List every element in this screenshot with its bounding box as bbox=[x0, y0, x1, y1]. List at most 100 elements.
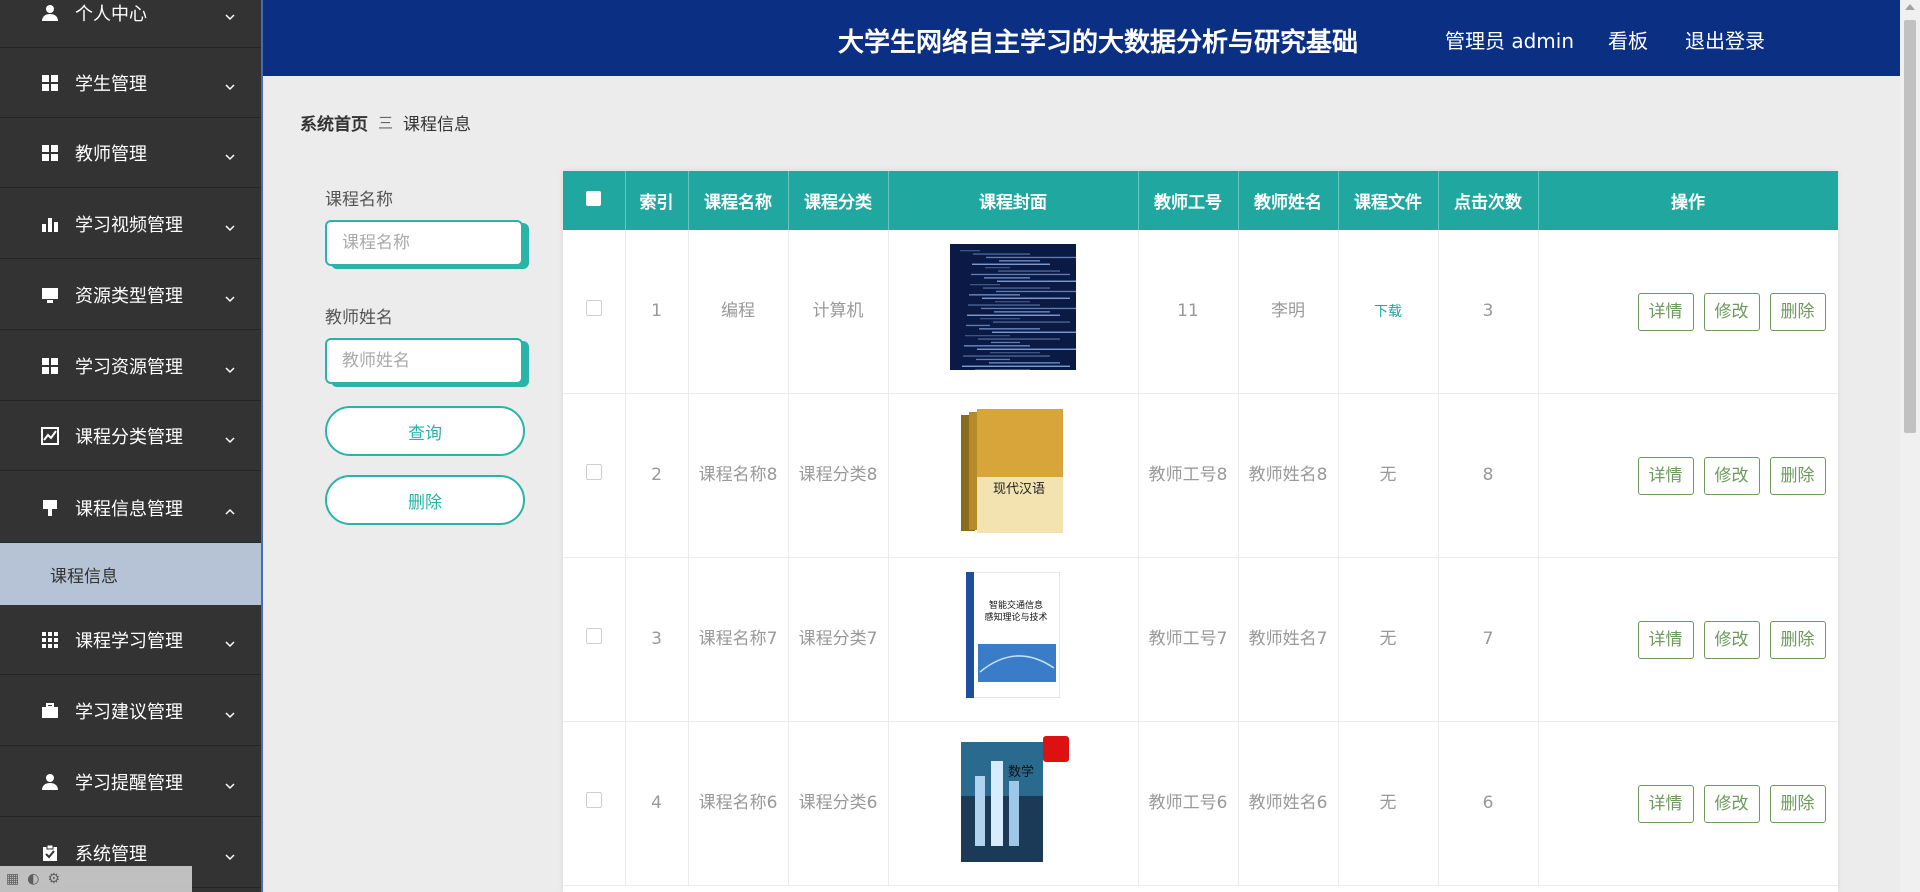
bar-chart-icon bbox=[40, 214, 60, 234]
sidebar-item-label: 学习视频管理 bbox=[75, 214, 183, 236]
cell-course-name: 编程 bbox=[688, 230, 789, 394]
ime-toolbar: ▦ ◐ ⚙ bbox=[0, 866, 192, 892]
sidebar-item[interactable]: 学习建议管理 bbox=[0, 676, 261, 746]
cell-course-file: 无 bbox=[1338, 721, 1439, 886]
row-select-cell[interactable] bbox=[563, 557, 626, 722]
dashboard-link[interactable]: 看板 bbox=[1608, 25, 1648, 54]
cell-course-category: 课程分类6 bbox=[788, 721, 889, 886]
col-teacher-no: 教师工号 bbox=[1138, 171, 1239, 230]
delete-button[interactable]: 删除 bbox=[1769, 620, 1826, 659]
ime-icon: ◐ bbox=[27, 871, 40, 887]
top-header: 大学生网络自主学习的大数据分析与研究基础 管理员 admin 看板 退出登录 bbox=[263, 0, 1900, 76]
batch-delete-button[interactable]: 删除 bbox=[325, 475, 525, 525]
logout-link[interactable]: 退出登录 bbox=[1685, 25, 1765, 54]
detail-button[interactable]: 详情 bbox=[1637, 620, 1694, 659]
chevron-up-icon bbox=[224, 502, 236, 515]
breadcrumb-home[interactable]: 系统首页 bbox=[300, 110, 368, 135]
cell-course-category: 课程分类7 bbox=[788, 557, 889, 722]
edit-button[interactable]: 修改 bbox=[1703, 456, 1760, 495]
sidebar-item[interactable]: 课程信息管理 bbox=[0, 473, 261, 543]
scroll-up-arrow[interactable] bbox=[1905, 4, 1915, 10]
chevron-down-icon bbox=[224, 360, 236, 373]
sidebar-item[interactable]: 学习提醒管理 bbox=[0, 747, 261, 817]
sidebar-item-label: 教师管理 bbox=[75, 143, 147, 165]
cell-course-category-text: 课程分类8 bbox=[798, 465, 878, 485]
cell-course-category: 计算机 bbox=[788, 230, 889, 394]
sidebar-item[interactable]: 教师管理 bbox=[0, 118, 261, 188]
table-row: 3 课程名称7 课程分类7 智能交通信息 感知理论与技术 教师工号7 教师姓名7 无 7 详… bbox=[563, 557, 1838, 722]
download-link[interactable]: 下载 bbox=[1374, 304, 1402, 320]
breadcrumb: 系统首页 三 课程信息 bbox=[300, 110, 471, 135]
row-checkbox[interactable] bbox=[585, 300, 602, 316]
edit-button[interactable]: 修改 bbox=[1703, 620, 1760, 659]
scrollbar-thumb[interactable] bbox=[1904, 20, 1916, 433]
row-checkbox[interactable] bbox=[585, 628, 602, 644]
cell-course-name-text: 课程名称6 bbox=[698, 793, 778, 813]
ime-icon: ▦ bbox=[6, 871, 20, 887]
cell-index: 4 bbox=[625, 721, 689, 886]
col-course-cover: 课程封面 bbox=[888, 171, 1139, 230]
chevron-down-icon bbox=[224, 7, 236, 20]
chevron-down-icon bbox=[224, 705, 236, 718]
sidebar-subitem-course-info[interactable]: 课程信息 bbox=[0, 543, 261, 605]
sidebar-item[interactable]: 资源类型管理 bbox=[0, 260, 261, 330]
delete-button[interactable]: 删除 bbox=[1769, 784, 1826, 823]
sidebar-item-label: 系统管理 bbox=[75, 843, 147, 865]
cell-teacher-no: 教师工号7 bbox=[1138, 557, 1239, 722]
cell-course-name: 课程名称7 bbox=[688, 557, 789, 722]
row-select-cell[interactable] bbox=[563, 230, 626, 394]
sidebar-item[interactable]: 个人中心 bbox=[0, 0, 261, 48]
row-select-cell[interactable] bbox=[563, 721, 626, 886]
svg-text:感知理论与技术: 感知理论与技术 bbox=[984, 611, 1047, 623]
cell-course-name-text: 课程名称7 bbox=[698, 629, 778, 649]
query-button[interactable]: 查询 bbox=[325, 406, 525, 456]
sidebar-item-label: 课程信息管理 bbox=[75, 498, 183, 520]
cell-teacher-no-text: 教师工号8 bbox=[1148, 465, 1228, 485]
detail-button[interactable]: 详情 bbox=[1637, 784, 1694, 823]
col-teacher-name: 教师姓名 bbox=[1238, 171, 1339, 230]
cell-course-cover: 现代汉语 bbox=[888, 393, 1139, 558]
detail-button[interactable]: 详情 bbox=[1637, 292, 1694, 331]
teacher-name-input[interactable] bbox=[325, 338, 523, 384]
sidebar-item[interactable]: 课程分类管理 bbox=[0, 401, 261, 471]
select-all-checkbox-cell[interactable] bbox=[563, 171, 626, 230]
no-file-text: 无 bbox=[1379, 793, 1397, 813]
no-file-text: 无 bbox=[1379, 465, 1397, 485]
cell-course-category: 课程分类8 bbox=[788, 393, 889, 558]
app-title: 大学生网络自主学习的大数据分析与研究基础 bbox=[838, 28, 1359, 58]
sidebar-item[interactable]: 学习视频管理 bbox=[0, 189, 261, 259]
cell-teacher-name-text: 教师姓名7 bbox=[1248, 629, 1328, 649]
sidebar-item-label: 学习资源管理 bbox=[75, 356, 183, 378]
row-checkbox[interactable] bbox=[585, 792, 602, 808]
cover-book-image: 现代汉语 bbox=[961, 408, 1063, 533]
row-checkbox[interactable] bbox=[585, 464, 602, 480]
course-name-input[interactable] bbox=[325, 220, 523, 266]
cell-clicks-text: 8 bbox=[1482, 465, 1494, 485]
sidebar-item-label: 资源类型管理 bbox=[75, 285, 183, 307]
delete-button[interactable]: 删除 bbox=[1769, 292, 1826, 331]
sidebar-item-label: 课程分类管理 bbox=[75, 426, 183, 448]
select-all-checkbox[interactable] bbox=[586, 190, 602, 206]
delete-button[interactable]: 删除 bbox=[1769, 456, 1826, 495]
col-course-name: 课程名称 bbox=[688, 171, 789, 230]
cell-index-text: 4 bbox=[651, 793, 662, 813]
row-select-cell[interactable] bbox=[563, 393, 626, 558]
cell-course-file: 无 bbox=[1338, 393, 1439, 558]
sign-icon bbox=[40, 498, 60, 518]
cell-teacher-name: 教师姓名6 bbox=[1238, 721, 1339, 886]
sidebar-item[interactable]: 学习资源管理 bbox=[0, 331, 261, 401]
col-actions: 操作 bbox=[1538, 171, 1838, 230]
edit-button[interactable]: 修改 bbox=[1703, 784, 1760, 823]
edit-button[interactable]: 修改 bbox=[1703, 292, 1760, 331]
briefcase-icon bbox=[40, 701, 60, 721]
col-clicks: 点击次数 bbox=[1438, 171, 1539, 230]
detail-button[interactable]: 详情 bbox=[1637, 456, 1694, 495]
sidebar-item[interactable]: 课程学习管理 bbox=[0, 605, 261, 675]
cell-teacher-name: 李明 bbox=[1238, 230, 1339, 394]
sidebar-item[interactable]: 学生管理 bbox=[0, 48, 261, 118]
table-row: 2 课程名称8 课程分类8 现代汉语 教师工号8 教师姓名8 无 8 详情 修改 删除 bbox=[563, 393, 1838, 558]
sidebar-item-label: 学习提醒管理 bbox=[75, 772, 183, 794]
admin-user[interactable]: 管理员 admin bbox=[1445, 25, 1574, 54]
cell-actions: 详情 修改 删除 bbox=[1538, 557, 1838, 722]
teacher-name-label: 教师姓名 bbox=[325, 308, 393, 328]
